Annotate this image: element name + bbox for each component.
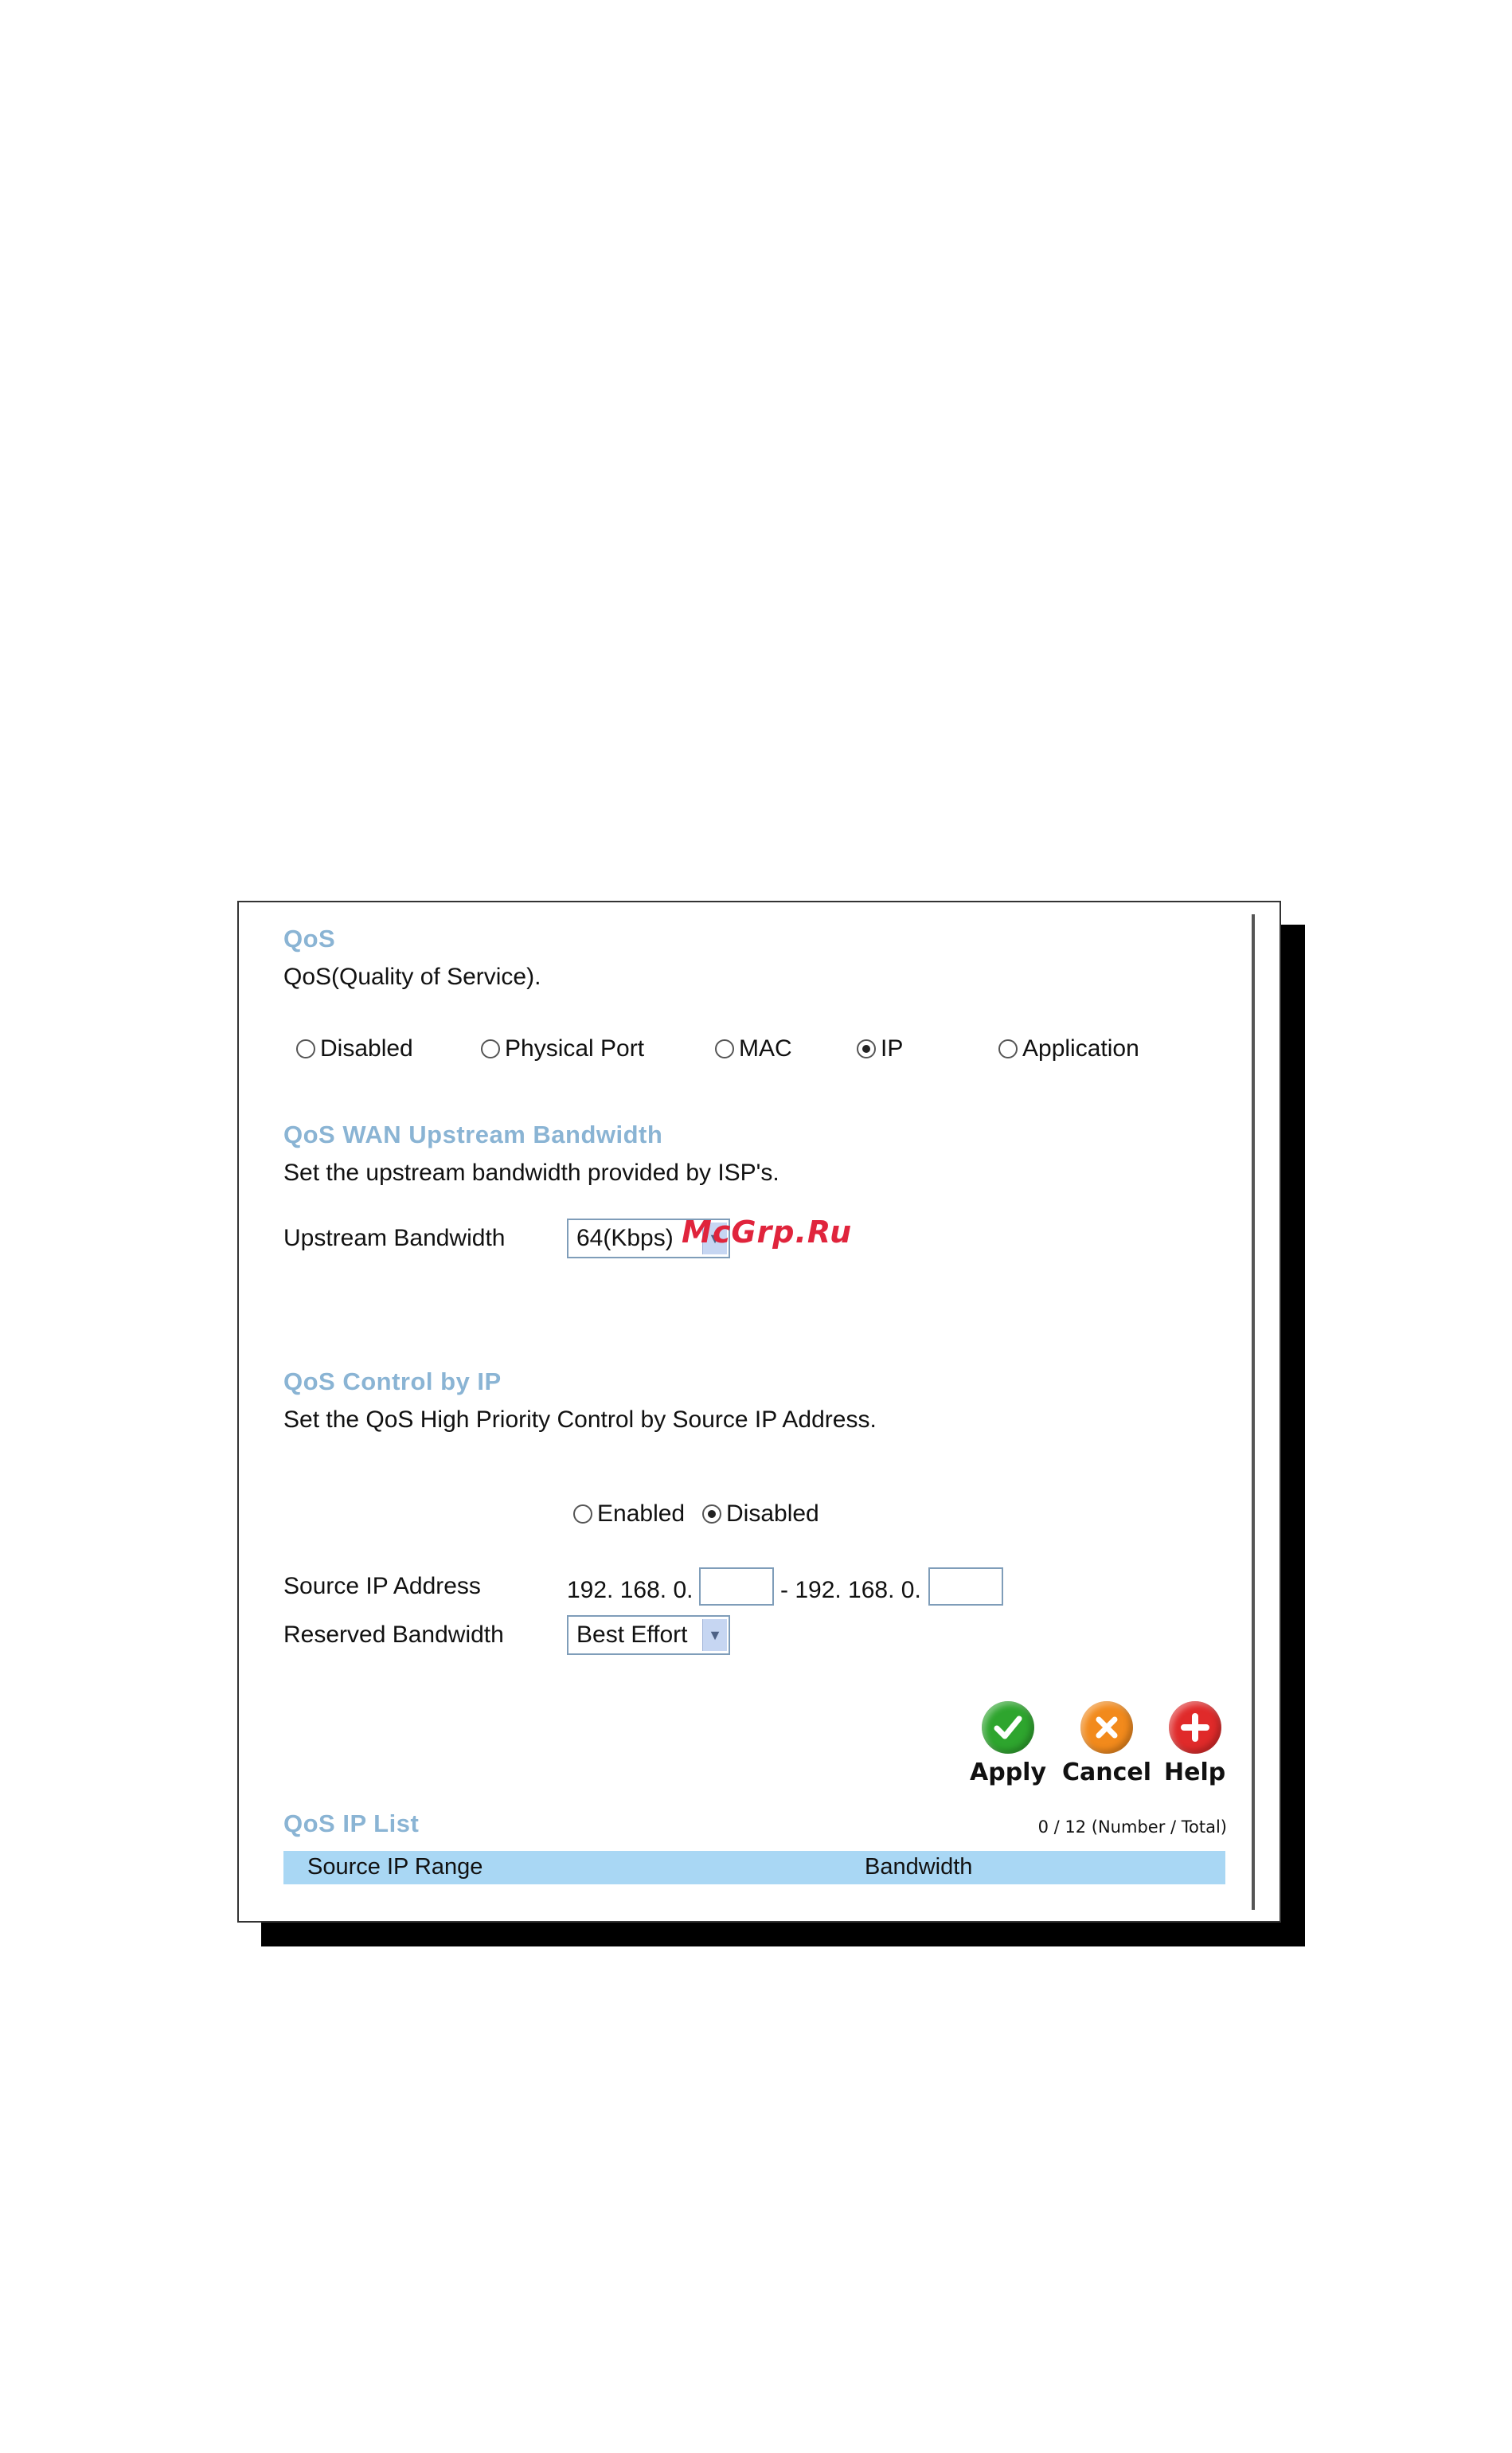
apply-button[interactable]: Apply — [970, 1701, 1046, 1786]
qos-description: QoS(Quality of Service). — [283, 964, 541, 990]
control-title: QoS Control by IP — [283, 1367, 502, 1395]
radio-icon[interactable] — [715, 1039, 734, 1058]
chevron-down-icon[interactable]: ▼ — [702, 1619, 727, 1651]
reserved-bandwidth-select[interactable]: Best Effort ▼ — [567, 1615, 730, 1655]
radio-icon[interactable] — [573, 1504, 592, 1524]
radio-label: Physical Port — [505, 1035, 645, 1062]
source-ip-end-field[interactable] — [928, 1567, 1003, 1606]
radio-mode-disabled[interactable]: Disabled — [296, 1035, 413, 1062]
radio-icon[interactable] — [296, 1039, 315, 1058]
scrollbar[interactable] — [1252, 914, 1255, 1910]
upstream-bandwidth-value: 64(Kbps) — [576, 1225, 674, 1251]
radio-mode-mac[interactable]: MAC — [715, 1035, 792, 1062]
radio-control-disabled[interactable]: Disabled — [702, 1500, 819, 1528]
reserved-bandwidth-value: Best Effort — [576, 1622, 688, 1648]
radio-control-enabled[interactable]: Enabled — [573, 1500, 685, 1528]
radio-label: Application — [1022, 1035, 1139, 1062]
radio-icon-checked[interactable] — [702, 1504, 721, 1524]
radio-label: MAC — [739, 1035, 792, 1062]
radio-icon-checked[interactable] — [857, 1039, 876, 1058]
source-ip-label: Source IP Address — [283, 1573, 481, 1599]
radio-label: Enabled — [597, 1500, 686, 1527]
source-ip-separator: - 192. 168. 0. — [780, 1577, 921, 1603]
radio-icon[interactable] — [481, 1039, 500, 1058]
source-ip-prefix-start: 192. 168. 0. — [567, 1577, 693, 1603]
column-source-ip-range: Source IP Range — [307, 1854, 483, 1880]
help-label: Help — [1164, 1759, 1226, 1786]
source-ip-start-field[interactable] — [699, 1567, 774, 1606]
apply-label: Apply — [970, 1759, 1047, 1786]
qos-title: QoS — [283, 925, 336, 953]
radio-mode-physical-port[interactable]: Physical Port — [481, 1035, 644, 1062]
ip-list-header: Source IP Range Bandwidth — [283, 1851, 1225, 1884]
reserved-bandwidth-label: Reserved Bandwidth — [283, 1622, 504, 1648]
radio-label: Disabled — [320, 1035, 413, 1062]
help-button[interactable]: Help — [1164, 1701, 1225, 1786]
upstream-bandwidth-label: Upstream Bandwidth — [283, 1225, 506, 1251]
column-bandwidth: Bandwidth — [865, 1854, 973, 1880]
ip-list-title: QoS IP List — [283, 1809, 420, 1837]
check-icon — [982, 1701, 1034, 1754]
close-icon — [1080, 1701, 1134, 1754]
radio-icon[interactable] — [998, 1039, 1018, 1058]
ip-list-count: 0 / 12 (Number / Total) — [1037, 1817, 1227, 1837]
radio-mode-ip[interactable]: IP — [857, 1035, 903, 1062]
upstream-title: QoS WAN Upstream Bandwidth — [283, 1121, 663, 1148]
radio-label: IP — [881, 1035, 904, 1062]
control-description: Set the QoS High Priority Control by Sou… — [283, 1406, 877, 1433]
cancel-button[interactable]: Cancel — [1062, 1701, 1151, 1786]
upstream-description: Set the upstream bandwidth provided by I… — [283, 1160, 779, 1186]
radio-label: Disabled — [726, 1500, 819, 1527]
watermark: McGrp.Ru — [682, 1215, 853, 1250]
radio-mode-application[interactable]: Application — [998, 1035, 1139, 1062]
cancel-label: Cancel — [1062, 1759, 1152, 1786]
plus-icon — [1168, 1701, 1221, 1754]
